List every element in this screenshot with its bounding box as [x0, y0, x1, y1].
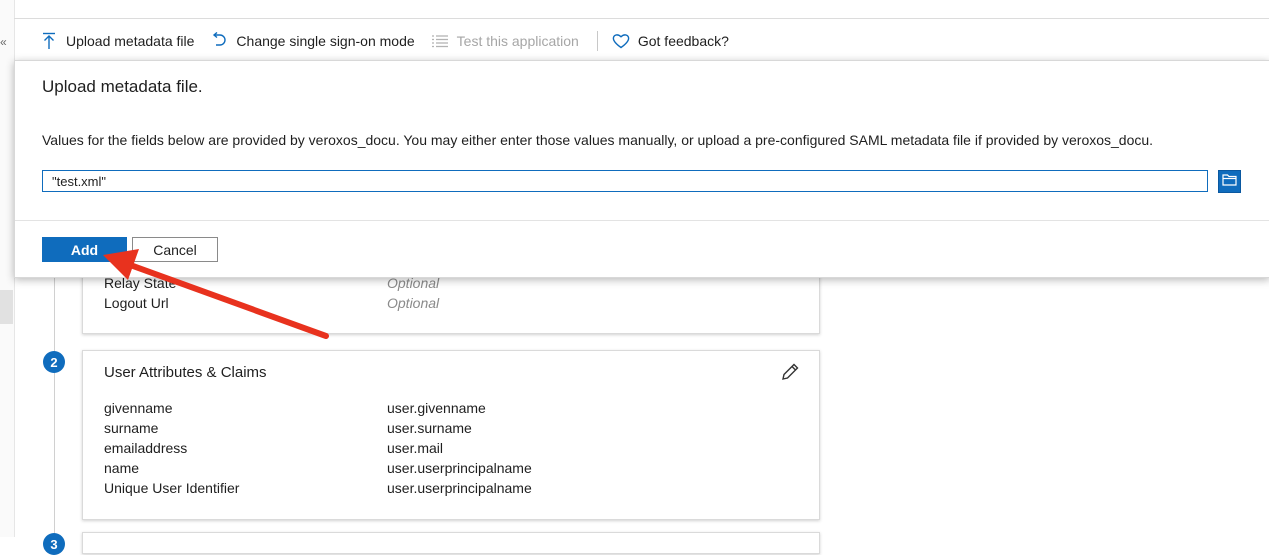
upload-metadata-dialog: Upload metadata file. Values for the fie… — [14, 60, 1269, 278]
config-row-value: Optional — [387, 295, 440, 311]
step-badge-2: 2 — [43, 351, 65, 373]
claim-value: user.mail — [387, 440, 444, 456]
feedback-button[interactable]: Got feedback? — [612, 32, 729, 50]
header-divider — [14, 18, 1269, 19]
dialog-title: Upload metadata file. — [42, 77, 203, 96]
claim-row: name user.userprincipalname — [104, 460, 532, 476]
rail-selected-marker — [0, 290, 13, 324]
claim-name: emailaddress — [104, 440, 188, 456]
pencil-icon[interactable] — [779, 361, 801, 383]
card-title: User Attributes & Claims — [104, 364, 267, 381]
cancel-button[interactable]: Cancel — [132, 237, 218, 262]
claim-row: givenname user.givenname — [104, 400, 486, 416]
config-row-key: Logout Url — [104, 295, 169, 311]
undo-icon — [210, 32, 228, 50]
left-rail: « — [0, 0, 15, 537]
claim-name: name — [104, 460, 140, 476]
claim-value: user.userprincipalname — [387, 480, 532, 496]
step-badge-3: 3 — [43, 533, 65, 555]
toolbar-separator — [596, 31, 598, 51]
feedback-label: Got feedback? — [637, 33, 729, 49]
claim-value: user.userprincipalname — [387, 460, 532, 476]
claim-value: user.surname — [387, 420, 472, 436]
claim-value: user.givenname — [387, 400, 486, 416]
browse-file-button[interactable] — [1218, 170, 1241, 193]
folder-icon — [1222, 173, 1237, 191]
list-icon — [431, 32, 449, 50]
claim-name: surname — [104, 420, 159, 436]
dialog-divider — [15, 220, 1269, 221]
upload-arrow-icon — [40, 32, 58, 50]
upload-metadata-label: Upload metadata file — [66, 33, 195, 49]
upload-metadata-button[interactable]: Upload metadata file — [40, 32, 194, 50]
collapse-rail-icon[interactable]: « — [0, 35, 7, 49]
next-section-card — [82, 532, 820, 554]
claim-row: surname user.surname — [104, 420, 472, 436]
claim-name: givenname — [104, 400, 173, 416]
claim-row: Unique User Identifier user.userprincipa… — [104, 480, 532, 496]
dialog-description: Values for the fields below are provided… — [42, 132, 1154, 148]
add-button[interactable]: Add — [42, 237, 127, 262]
step-connector-line — [54, 270, 55, 540]
test-application-label: Test this application — [456, 33, 579, 49]
command-bar: Upload metadata file Change single sign-… — [40, 28, 745, 54]
change-sso-mode-button[interactable]: Change single sign-on mode — [210, 32, 415, 50]
config-row-logout-url: Logout Url Optional — [104, 295, 439, 311]
test-application-button[interactable]: Test this application — [431, 32, 579, 50]
heart-icon — [612, 32, 630, 50]
claim-row: emailaddress user.mail — [104, 440, 443, 456]
change-sso-mode-label: Change single sign-on mode — [236, 33, 415, 49]
metadata-file-input[interactable] — [42, 170, 1208, 192]
claim-name: Unique User Identifier — [104, 480, 240, 496]
user-attributes-claims-card: User Attributes & Claims givenname user.… — [82, 350, 820, 520]
